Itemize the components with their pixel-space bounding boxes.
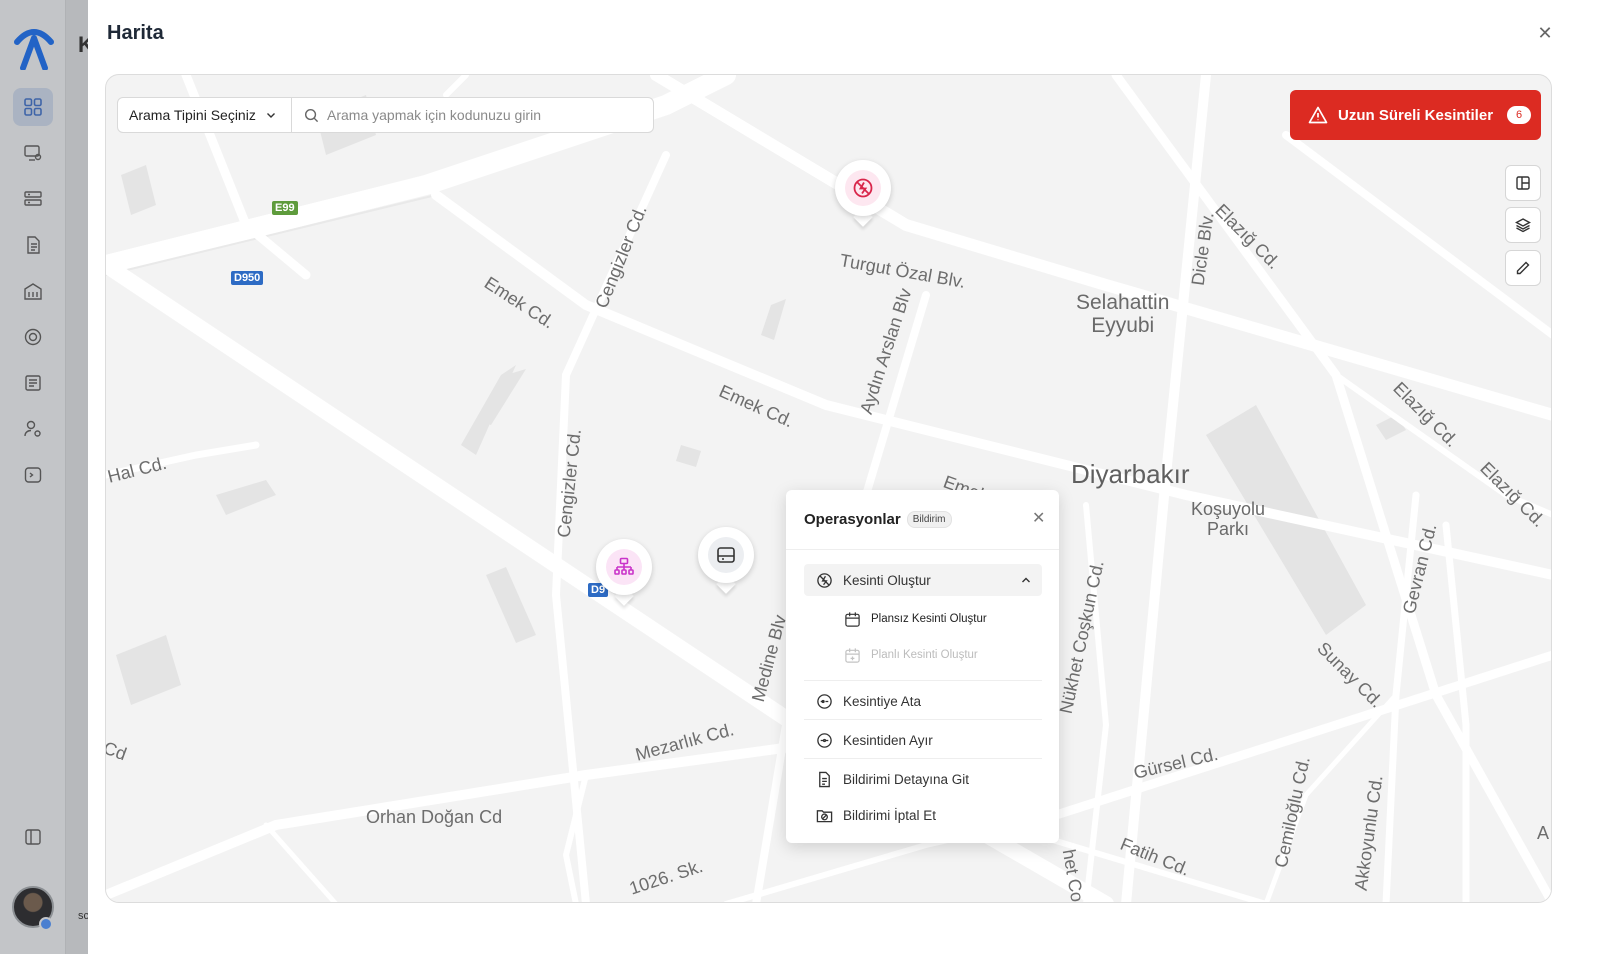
network-pin[interactable] bbox=[596, 539, 652, 606]
detach-from-outage-label: Kesintiden Ayır bbox=[843, 732, 933, 748]
outage-pin[interactable] bbox=[835, 160, 891, 227]
search-field bbox=[292, 98, 653, 132]
street-label: A bbox=[1537, 823, 1550, 843]
city-label: Diyarbakır bbox=[1071, 459, 1190, 489]
unplanned-outage-item[interactable]: Plansız Kesinti Oluştur bbox=[844, 607, 987, 631]
warning-icon bbox=[1308, 106, 1328, 124]
layers-icon bbox=[1515, 218, 1531, 233]
server-icon bbox=[24, 191, 42, 206]
document-icon bbox=[819, 771, 830, 787]
terminal-icon bbox=[24, 467, 42, 483]
device-pin[interactable] bbox=[698, 527, 754, 594]
power-off-icon bbox=[853, 178, 873, 198]
count-badge: 6 bbox=[1507, 106, 1532, 124]
brand-logo bbox=[14, 29, 54, 70]
device-icon bbox=[717, 547, 735, 563]
long-outages-label: Uzun Süreli Kesintiler bbox=[1338, 106, 1494, 124]
nav-servers[interactable] bbox=[13, 180, 53, 218]
notification-tag: Bildirim bbox=[906, 511, 952, 528]
folder-cancel-icon bbox=[816, 809, 833, 822]
sidebar-toggle-button[interactable] bbox=[13, 818, 53, 856]
close-icon[interactable]: ✕ bbox=[1536, 24, 1554, 42]
close-icon[interactable]: ✕ bbox=[1032, 511, 1046, 527]
building-icon bbox=[24, 283, 42, 300]
status-badge bbox=[39, 917, 53, 931]
street-label: Orhan Doğan Cd bbox=[366, 807, 503, 827]
create-outage-group[interactable]: Kesinti Oluştur bbox=[804, 564, 1042, 596]
chevron-up-icon bbox=[1022, 577, 1030, 583]
user-settings-icon bbox=[24, 420, 41, 437]
draw-button[interactable] bbox=[1505, 250, 1541, 286]
nav-support[interactable] bbox=[13, 318, 53, 356]
document-icon bbox=[27, 236, 40, 254]
nav-users[interactable] bbox=[13, 410, 53, 448]
search-type-select[interactable]: Arama Tipini Seçiniz bbox=[118, 98, 292, 132]
map-canvas[interactable]: Turgut Özal Blv. Emek Cd. Emek Cd. Emek … bbox=[105, 74, 1552, 903]
pencil-icon bbox=[1516, 261, 1530, 275]
layout-icon bbox=[1516, 176, 1530, 190]
route-shield-e99: E99 bbox=[272, 201, 298, 215]
nav-documents[interactable] bbox=[13, 226, 53, 264]
cancel-notification-item[interactable]: Bildirimi İptal Et bbox=[804, 799, 1042, 831]
layout-toggle-button[interactable] bbox=[1505, 165, 1541, 201]
assign-to-outage-label: Kesintiye Ata bbox=[843, 693, 922, 709]
grid-icon bbox=[24, 98, 42, 116]
background-content bbox=[66, 0, 88, 954]
create-outage-label: Kesinti Oluştur bbox=[843, 572, 931, 588]
district-label: Selahattin Eyyubi bbox=[1076, 291, 1170, 337]
search-type-label: Arama Tipini Seçiniz bbox=[129, 107, 256, 123]
headset-icon bbox=[24, 328, 42, 346]
go-to-detail-item[interactable]: Bildirimi Detayına Git bbox=[804, 763, 1042, 795]
park-label: Koşuyolu Parkı bbox=[1191, 499, 1266, 539]
search-input[interactable] bbox=[327, 107, 627, 123]
operations-title: Operasyonlar bbox=[804, 511, 901, 528]
unplanned-outage-label: Plansız Kesinti Oluştur bbox=[871, 613, 987, 625]
layers-button[interactable] bbox=[1505, 207, 1541, 243]
calendar-plus-icon bbox=[845, 647, 860, 663]
nav-monitor[interactable] bbox=[13, 134, 53, 172]
operations-panel: Operasyonlar Bildirim ✕ Kesinti Oluştur … bbox=[786, 490, 1059, 843]
nav-reports[interactable] bbox=[13, 364, 53, 402]
sidebar-collapse-icon bbox=[25, 829, 41, 845]
link-icon bbox=[817, 693, 832, 709]
nav-dashboard[interactable] bbox=[13, 88, 53, 126]
power-off-icon bbox=[817, 572, 832, 588]
planned-outage-item[interactable]: Planlı Kesinti Oluştur bbox=[844, 643, 978, 667]
search-bar: Arama Tipini Seçiniz bbox=[117, 97, 654, 133]
route-shield-d950: D950 bbox=[231, 271, 264, 285]
network-hierarchy-icon bbox=[614, 557, 634, 575]
monitor-user-icon bbox=[24, 145, 42, 161]
unlink-icon bbox=[817, 732, 832, 748]
sidebar bbox=[0, 0, 66, 954]
nav-buildings[interactable] bbox=[13, 272, 53, 310]
cancel-notification-label: Bildirimi İptal Et bbox=[843, 807, 937, 823]
report-icon bbox=[25, 375, 41, 391]
planned-outage-label: Planlı Kesinti Oluştur bbox=[871, 649, 978, 661]
go-to-detail-label: Bildirimi Detayına Git bbox=[843, 771, 970, 787]
assign-to-outage-item[interactable]: Kesintiye Ata bbox=[804, 685, 1042, 717]
calendar-icon bbox=[845, 611, 860, 627]
long-outages-button[interactable]: Uzun Süreli Kesintiler 6 bbox=[1290, 90, 1541, 140]
detach-from-outage-item[interactable]: Kesintiden Ayır bbox=[804, 724, 1042, 756]
modal-title: Harita bbox=[107, 22, 164, 44]
chevron-down-icon bbox=[266, 113, 275, 118]
search-icon bbox=[304, 108, 319, 122]
nav-terminal[interactable] bbox=[13, 456, 53, 494]
